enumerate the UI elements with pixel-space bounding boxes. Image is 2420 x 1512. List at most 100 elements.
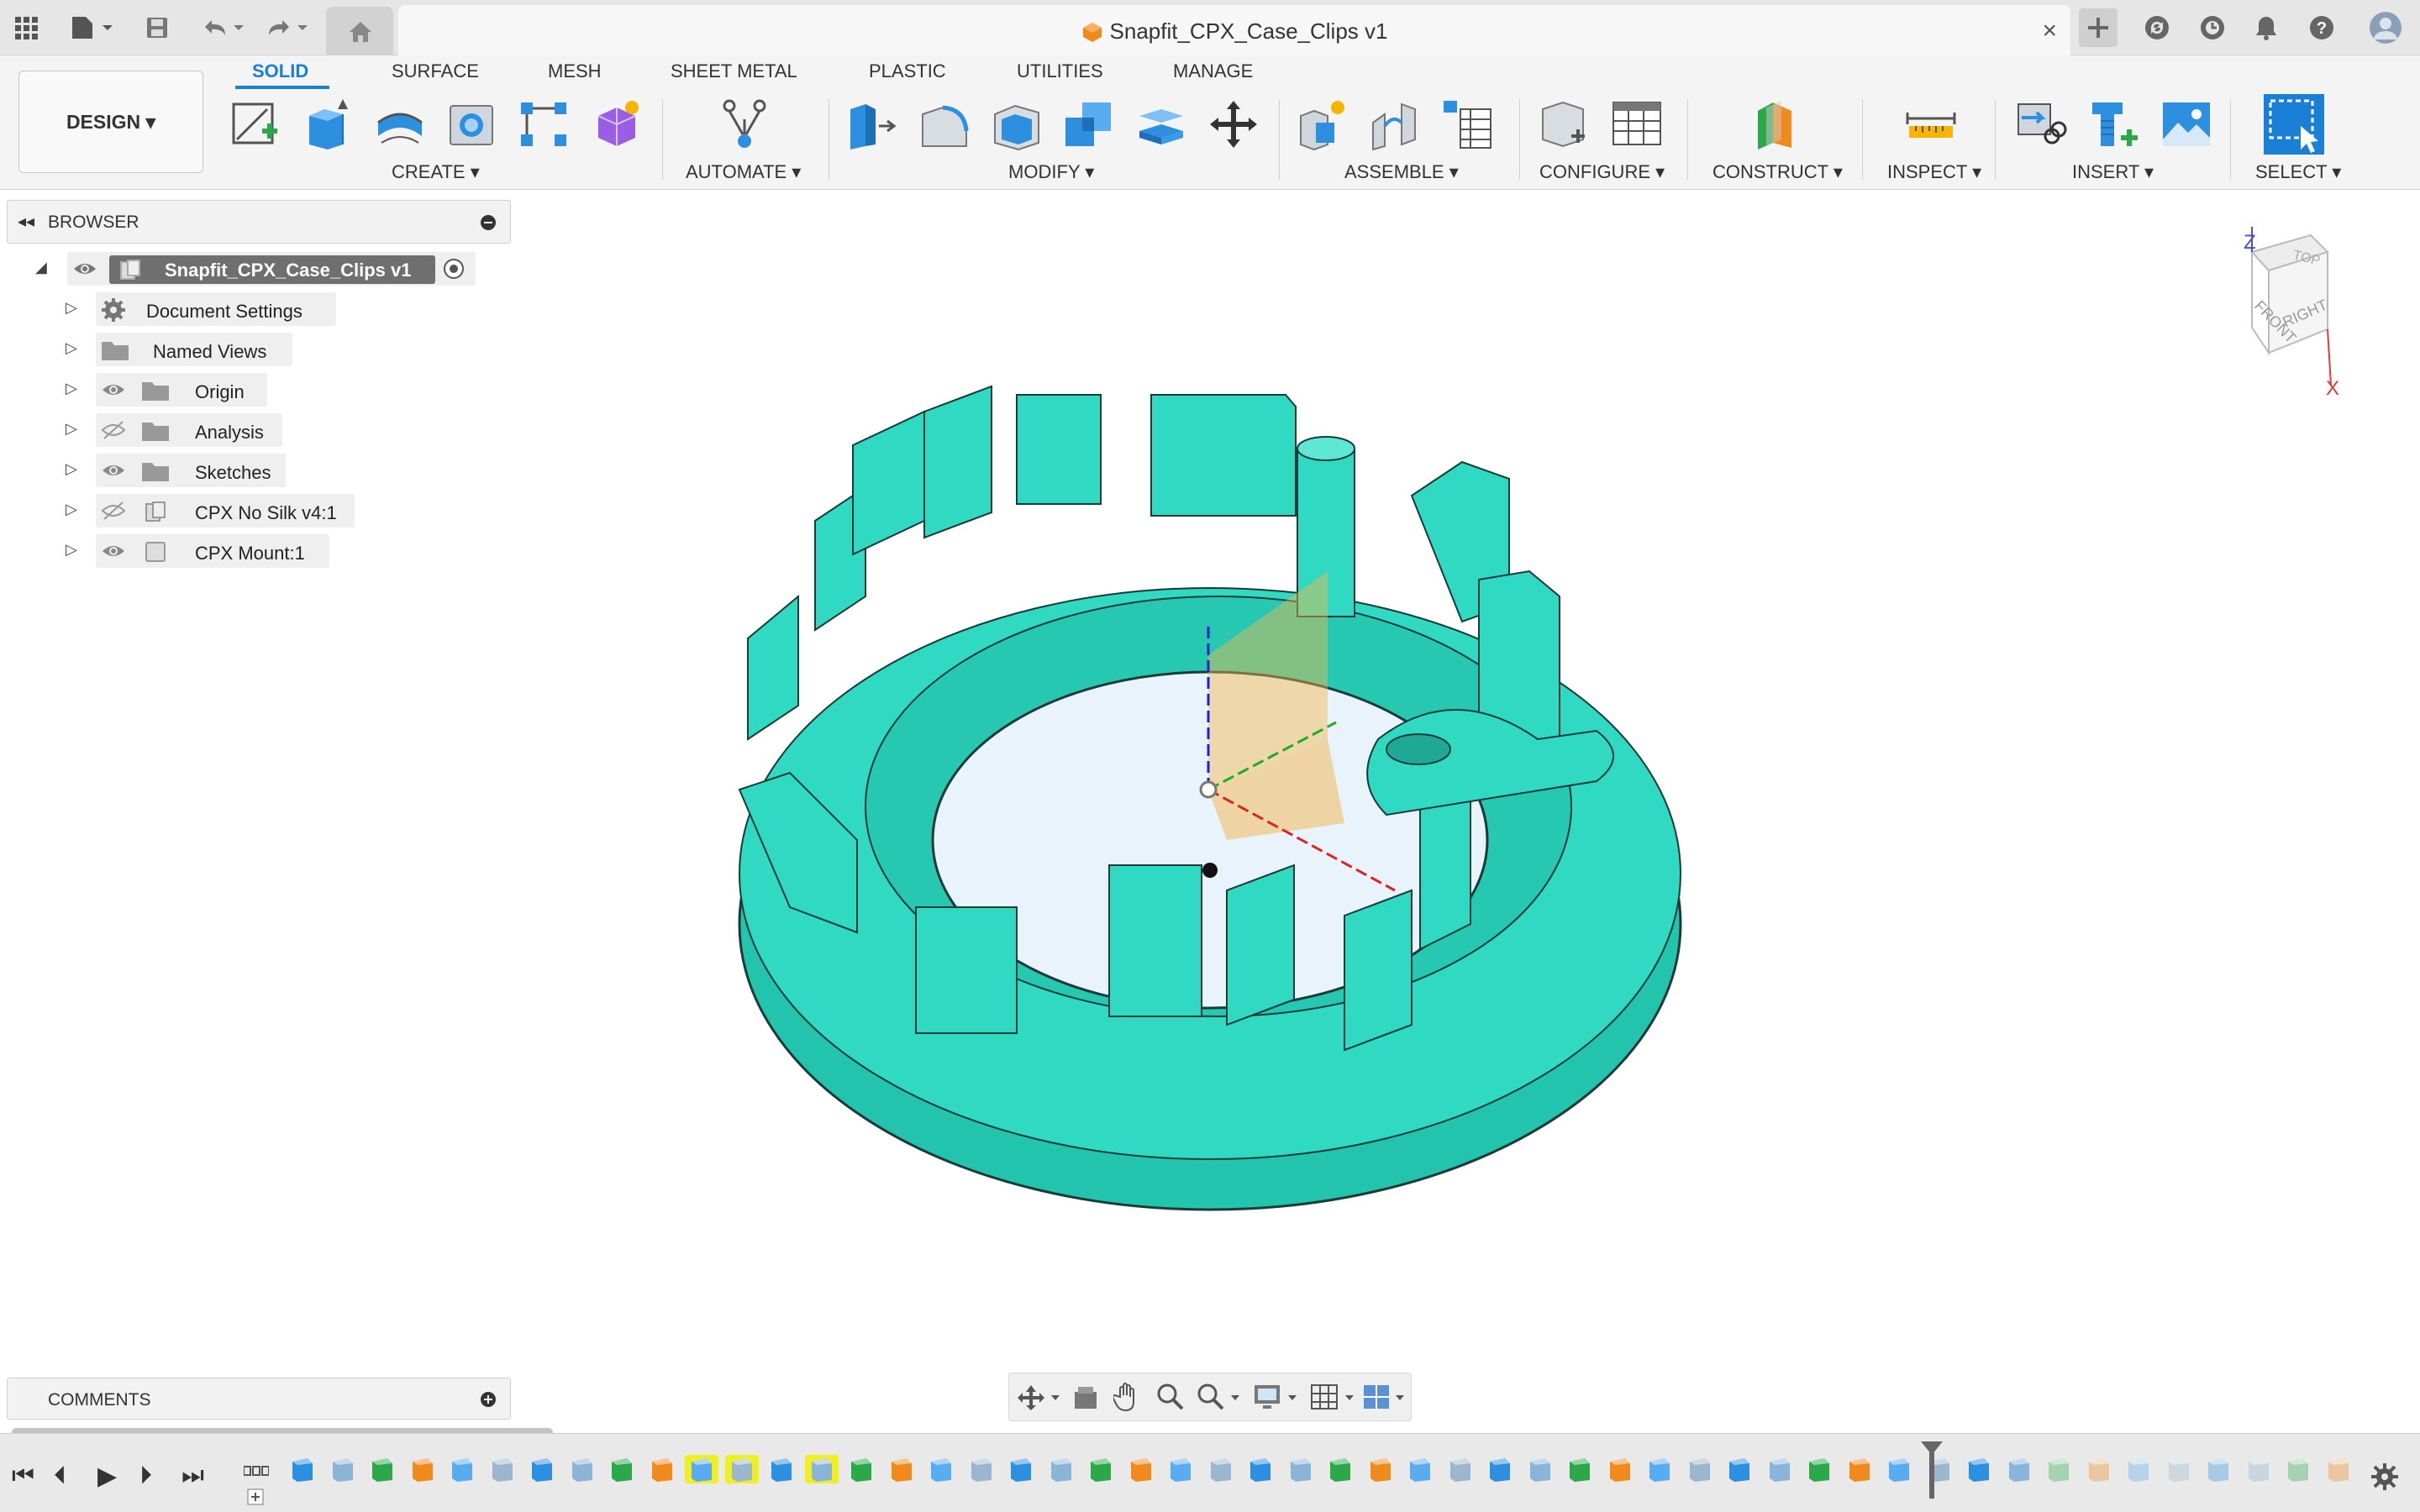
timeline-settings-gear-icon[interactable] <box>2370 1462 2400 1492</box>
timeline-feature[interactable] <box>1962 1455 1996 1483</box>
timeline-groups-icon[interactable] <box>244 1465 269 1477</box>
snap-clip[interactable] <box>915 906 1018 1034</box>
combine-icon[interactable] <box>1062 97 1116 151</box>
timeline-feature[interactable] <box>2202 1455 2235 1483</box>
orbit-icon[interactable] <box>1018 1383 1061 1412</box>
snap-clip[interactable] <box>852 410 925 556</box>
help-icon[interactable]: ? <box>2302 8 2341 47</box>
timeline-feature[interactable] <box>924 1455 958 1483</box>
timeline-feature[interactable] <box>2082 1455 2116 1483</box>
look-at-icon[interactable] <box>1071 1383 1100 1412</box>
display-settings-icon[interactable] <box>1253 1382 1300 1412</box>
timeline-feature[interactable] <box>2281 1455 2315 1483</box>
timeline-feature[interactable] <box>1643 1455 1676 1483</box>
go-to-end-button[interactable]: ⏭ <box>182 1462 204 1490</box>
eye-visible-icon[interactable] <box>72 259 97 279</box>
timeline-feature[interactable] <box>1523 1455 1557 1483</box>
automate-menu[interactable]: AUTOMATE ▾ <box>686 161 801 183</box>
select-icon[interactable] <box>2262 92 2326 156</box>
notifications-icon[interactable] <box>2247 8 2286 47</box>
timeline-feature[interactable] <box>1882 1455 1916 1483</box>
browser-panel-header[interactable]: ◂◂ BROWSER <box>7 200 511 244</box>
snap-clip[interactable] <box>1150 394 1297 517</box>
hole-icon[interactable] <box>445 97 499 151</box>
undo-icon[interactable] <box>198 8 249 47</box>
add-timeline-icon[interactable] <box>247 1488 264 1505</box>
origin-point[interactable] <box>1199 780 1218 799</box>
new-tab-icon[interactable] <box>2079 8 2118 47</box>
eye-visible-icon[interactable] <box>101 460 126 480</box>
timeline-feature[interactable] <box>1563 1455 1597 1483</box>
construct-plane-icon[interactable] <box>1749 97 1803 151</box>
home-tab[interactable] <box>326 7 393 55</box>
timeline-feature[interactable] <box>525 1455 559 1483</box>
bill-of-materials-icon[interactable] <box>1440 97 1494 151</box>
eye-hidden-icon[interactable] <box>101 501 126 521</box>
expand-icon[interactable]: ▷ <box>66 339 77 357</box>
timeline-feature[interactable] <box>1084 1455 1118 1483</box>
timeline-feature[interactable] <box>486 1455 519 1483</box>
timeline-feature[interactable] <box>1164 1455 1197 1483</box>
user-avatar[interactable] <box>2366 8 2405 47</box>
timeline-feature[interactable] <box>1284 1455 1318 1483</box>
close-tab-button[interactable]: × <box>2042 17 2057 45</box>
step-forward-button[interactable]: ⏵ <box>139 1462 152 1490</box>
insert-menu[interactable]: INSERT ▾ <box>2072 161 2154 183</box>
timeline-feature[interactable] <box>605 1455 639 1483</box>
center-point[interactable] <box>1202 863 1218 878</box>
pan-hand-icon[interactable] <box>1113 1382 1142 1412</box>
snap-clip[interactable] <box>747 594 799 741</box>
timeline-feature[interactable] <box>645 1455 679 1483</box>
grid-settings-icon[interactable] <box>1310 1382 1357 1412</box>
expand-icon[interactable]: ▷ <box>66 420 77 438</box>
timeline-feature[interactable] <box>965 1455 998 1483</box>
create-sketch-icon[interactable] <box>229 97 282 151</box>
file-menu-icon[interactable] <box>67 8 118 47</box>
configure-icon[interactable] <box>1538 97 1591 151</box>
configure-menu[interactable]: CONFIGURE ▾ <box>1539 161 1665 183</box>
app-grid-icon[interactable] <box>7 8 45 47</box>
timeline-feature[interactable] <box>2122 1455 2155 1483</box>
automate-icon[interactable] <box>718 97 771 151</box>
timeline-feature[interactable] <box>1444 1455 1477 1483</box>
snap-clip[interactable] <box>1108 864 1202 1017</box>
expand-icon[interactable]: ▷ <box>66 380 77 397</box>
timeline-feature[interactable] <box>1923 1455 1956 1483</box>
tab-sheet-metal[interactable]: SHEET METAL <box>671 60 797 82</box>
tab-plastic[interactable]: PLASTIC <box>869 60 946 82</box>
timeline-feature[interactable] <box>406 1455 439 1483</box>
timeline-feature[interactable] <box>2242 1455 2275 1483</box>
collapse-root-icon[interactable]: ◢ <box>35 259 47 276</box>
timeline-feature[interactable] <box>1763 1455 1797 1483</box>
zoom-window-icon[interactable] <box>1196 1382 1243 1412</box>
tab-surface[interactable]: SURFACE <box>392 60 479 82</box>
viewcube[interactable]: Z X TOP FRONT RIGHT <box>2227 227 2361 403</box>
fillet-icon[interactable] <box>918 97 971 151</box>
timeline-feature[interactable] <box>1244 1455 1277 1483</box>
eye-hidden-icon[interactable] <box>101 420 126 440</box>
expand-icon[interactable]: ▷ <box>66 460 77 478</box>
shell-icon[interactable] <box>990 97 1044 151</box>
snap-clip[interactable] <box>923 385 992 539</box>
timeline-feature[interactable] <box>844 1455 878 1483</box>
zoom-icon[interactable] <box>1155 1382 1184 1412</box>
press-pull-icon[interactable] <box>845 97 899 151</box>
timeline-marker-handle[interactable] <box>1921 1441 1943 1455</box>
timeline-feature[interactable] <box>1843 1455 1876 1483</box>
timeline-feature[interactable] <box>286 1455 319 1483</box>
configuration-table-icon[interactable] <box>1610 97 1664 151</box>
add-comment-icon[interactable] <box>480 1391 497 1408</box>
timeline-feature[interactable] <box>1603 1455 1637 1483</box>
new-component-icon[interactable] <box>1296 97 1349 151</box>
tab-solid[interactable]: SOLID <box>252 60 308 82</box>
timeline-feature[interactable] <box>1124 1455 1158 1483</box>
create-menu[interactable]: CREATE ▾ <box>392 161 480 183</box>
revolve-icon[interactable] <box>373 97 427 151</box>
expand-icon[interactable]: ▷ <box>66 501 77 518</box>
insert-mcmaster-icon[interactable] <box>2087 97 2141 151</box>
eye-visible-icon[interactable] <box>101 380 126 400</box>
timeline-feature[interactable] <box>2322 1455 2355 1483</box>
timeline-feature[interactable] <box>1483 1455 1517 1483</box>
timeline-feature[interactable] <box>445 1455 479 1483</box>
timeline-feature[interactable] <box>765 1455 798 1483</box>
